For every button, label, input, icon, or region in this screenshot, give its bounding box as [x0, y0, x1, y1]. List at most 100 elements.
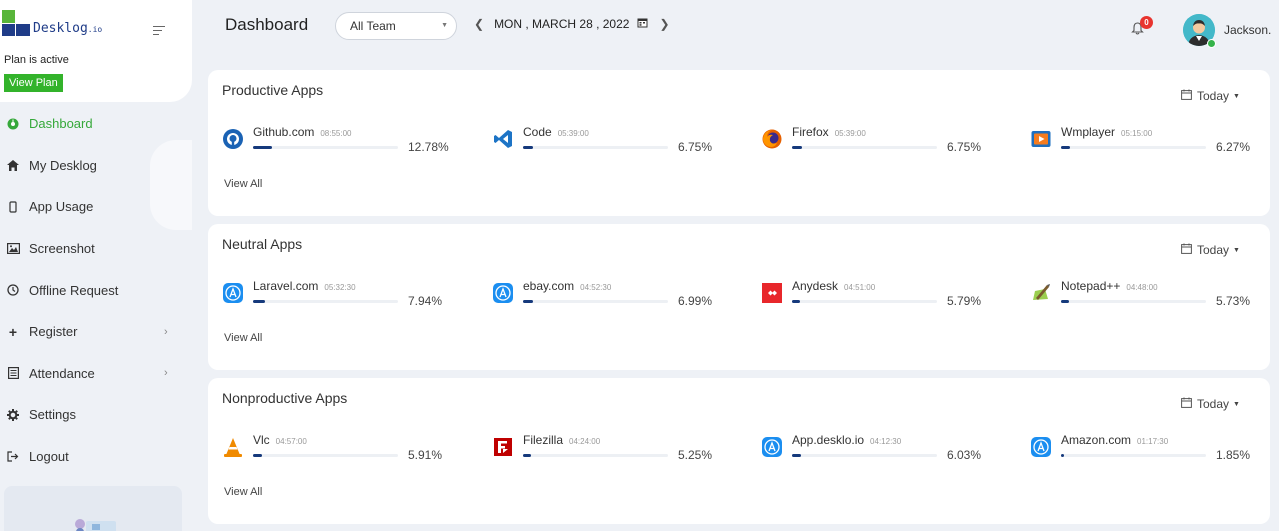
sidebar-item-my-desklog[interactable]: My Desklog: [0, 145, 192, 187]
usage-percent: 6.75%: [947, 140, 982, 154]
view-all-link[interactable]: View All: [224, 332, 262, 344]
sidebar-item-register[interactable]: + Register ›: [0, 311, 192, 353]
sidebar-item-attendance[interactable]: Attendance ›: [0, 353, 192, 395]
period-value: Today: [1197, 243, 1230, 257]
brand-name: Desklog.io: [33, 21, 103, 36]
usage-percent: 1.85%: [1216, 448, 1251, 462]
app-usage-item[interactable]: Filezilla 04:24:00 5.25%: [492, 433, 732, 470]
app-usage-item[interactable]: Wmplayer 05:15:00 6.27%: [1030, 125, 1270, 162]
app-usage-item[interactable]: Firefox 05:39:00 6.75%: [761, 125, 1001, 162]
team-select[interactable]: All Team ▼: [335, 12, 457, 40]
app-store-icon: [222, 282, 244, 304]
app-name: Anydesk: [792, 279, 839, 293]
app-time: 05:39:00: [834, 129, 866, 138]
notification-badge: 0: [1140, 16, 1153, 29]
calendar-icon: [1181, 397, 1192, 411]
filezilla-icon: [492, 436, 514, 458]
media-player-icon: [1030, 128, 1052, 150]
sidebar-item-label: Register: [29, 324, 78, 340]
nonproductive-apps-card: Nonproductive Apps Today ▼ Vlc 04:57:00 5…: [208, 378, 1270, 524]
menu-toggle-icon[interactable]: [153, 26, 165, 38]
usage-percent: 7.94%: [408, 294, 443, 308]
sidebar-item-logout[interactable]: Logout: [0, 436, 192, 478]
chevron-right-icon[interactable]: ❯: [659, 17, 669, 31]
app-usage-item[interactable]: Code 05:39:00 6.75%: [492, 125, 732, 162]
usage-percent: 5.79%: [947, 294, 982, 308]
period-dropdown[interactable]: Today ▼: [1181, 397, 1240, 411]
image-icon: [6, 243, 20, 255]
usage-percent: 5.73%: [1216, 294, 1251, 308]
sidebar-item-screenshot[interactable]: Screenshot: [0, 228, 192, 270]
mobile-icon: [6, 201, 20, 213]
usage-bar: [792, 454, 937, 457]
usage-bar: [792, 300, 937, 303]
view-plan-button[interactable]: View Plan: [4, 74, 63, 92]
period-dropdown[interactable]: Today ▼: [1181, 243, 1240, 257]
sidebar-item-settings[interactable]: Settings: [0, 394, 192, 436]
view-all-link[interactable]: View All: [224, 178, 262, 190]
chevron-left-icon[interactable]: ❮: [474, 17, 484, 31]
app-usage-item[interactable]: Amazon.com 01:17:30 1.85%: [1030, 433, 1270, 470]
usage-bar: [523, 454, 668, 457]
calendar-list-icon: [6, 367, 20, 380]
desklog-logo-icon: [2, 10, 32, 36]
section-title: Neutral Apps: [222, 236, 303, 252]
app-store-icon: [1030, 436, 1052, 458]
desklog-logo[interactable]: Desklog.io: [2, 10, 102, 36]
app-usage-item[interactable]: Vlc 04:57:00 5.91%: [222, 433, 462, 470]
app-time: 05:32:30: [324, 283, 356, 292]
app-time: 05:15:00: [1121, 129, 1153, 138]
app-usage-item[interactable]: Anydesk 04:51:00 5.79%: [761, 279, 1001, 316]
sidebar-item-dashboard[interactable]: Dashboard: [0, 103, 192, 145]
app-name: Github.com: [253, 125, 315, 139]
sidebar-item-offline-request[interactable]: Offline Request: [0, 269, 192, 311]
app-name: Notepad++: [1061, 279, 1121, 293]
app-time: 01:17:30: [1137, 437, 1169, 446]
usage-percent: 6.03%: [947, 448, 982, 462]
dashboard-icon: [6, 118, 20, 130]
usage-percent: 12.78%: [408, 140, 449, 154]
sidebar: Desklog.io Plan is active View Plan Dash…: [0, 0, 192, 531]
vlc-icon: [222, 436, 244, 458]
app-usage-item[interactable]: Notepad++ 04:48:00 5.73%: [1030, 279, 1270, 316]
period-value: Today: [1197, 89, 1230, 103]
sidebar-item-label: Logout: [29, 449, 69, 465]
app-name: Wmplayer: [1061, 125, 1116, 139]
github-icon: [222, 128, 244, 150]
app-usage-item[interactable]: Laravel.com 05:32:30 7.94%: [222, 279, 462, 316]
app-usage-item[interactable]: ebay.com 04:52:30 6.99%: [492, 279, 732, 316]
anydesk-icon: [761, 282, 783, 304]
sidebar-item-app-usage[interactable]: App Usage: [0, 186, 192, 228]
usage-bar: [1061, 146, 1206, 149]
sidebar-item-label: Dashboard: [29, 116, 93, 132]
plus-icon: +: [8, 323, 18, 340]
sidebar-item-label: Screenshot: [29, 241, 95, 257]
team-select-value: All Team: [350, 19, 396, 33]
clock-icon: [6, 284, 20, 296]
app-usage-item[interactable]: Github.com 08:55:00 12.78%: [222, 125, 462, 162]
view-all-link[interactable]: View All: [224, 486, 262, 498]
app-time: 04:48:00: [1126, 283, 1158, 292]
usage-bar: [253, 146, 398, 149]
user-name[interactable]: Jackson.: [1224, 23, 1279, 37]
period-dropdown[interactable]: Today ▼: [1181, 89, 1240, 103]
chevron-right-icon: ›: [164, 367, 168, 380]
period-value: Today: [1197, 397, 1230, 411]
app-usage-item[interactable]: App.desklo.io 04:12:30 6.03%: [761, 433, 1001, 470]
app-time: 08:55:00: [320, 129, 352, 138]
firefox-icon: [761, 128, 783, 150]
app-time: 04:57:00: [275, 437, 307, 446]
calendar-icon[interactable]: [637, 17, 648, 31]
caret-down-icon: ▼: [1233, 400, 1240, 408]
notepad-plus-plus-icon: [1030, 282, 1052, 304]
app-time: 05:39:00: [557, 129, 589, 138]
app-store-icon: [492, 282, 514, 304]
usage-bar: [253, 454, 398, 457]
sidebar-item-label: App Usage: [29, 199, 94, 215]
page-title: Dashboard: [225, 15, 309, 34]
calendar-icon: [1181, 89, 1192, 103]
app-time: 04:52:30: [580, 283, 612, 292]
sidebar-item-label: Settings: [29, 407, 76, 423]
usage-bar: [523, 146, 668, 149]
sidebar-item-label: Offline Request: [29, 282, 119, 298]
